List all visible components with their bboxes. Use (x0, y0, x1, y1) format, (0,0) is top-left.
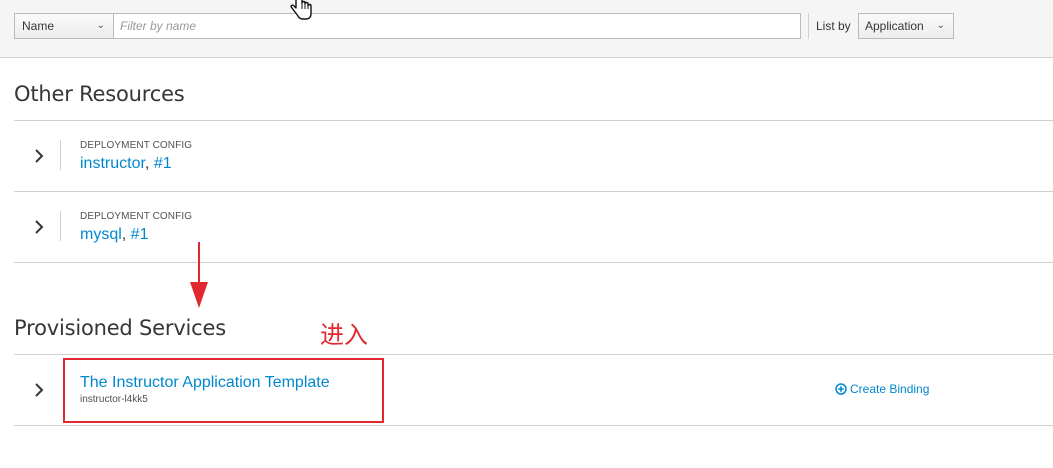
resource-name-link[interactable]: mysql (80, 226, 122, 243)
chevron-down-icon: ⌄ (96, 20, 105, 31)
chevron-right-icon[interactable] (32, 147, 46, 165)
resource-kind: DEPLOYMENT CONFIG (80, 211, 193, 222)
filter-field-value: Name (22, 19, 55, 33)
highlight-box (63, 358, 384, 423)
filter-toolbar: Name ⌄ List by Application ⌄ (0, 0, 1053, 58)
create-binding-button[interactable]: Create Binding (835, 382, 929, 396)
list-by-label: List by (816, 19, 851, 33)
resource-revision-link[interactable]: #1 (154, 155, 172, 172)
list-by-select[interactable]: Application ⌄ (858, 13, 954, 39)
resource-separator: , (144, 155, 154, 172)
annotation-label: 进入 (320, 321, 368, 349)
chevron-right-icon[interactable] (32, 381, 46, 399)
resource-name: instructor, #1 (80, 155, 172, 173)
divider (14, 262, 1053, 263)
resource-kind: DEPLOYMENT CONFIG (80, 140, 193, 151)
divider (14, 354, 1053, 355)
divider (14, 191, 1053, 192)
create-binding-label: Create Binding (850, 382, 930, 396)
row-divider (60, 140, 61, 170)
resource-name-link[interactable]: instructor (80, 155, 145, 172)
hand-pointer-icon (290, 0, 312, 20)
resource-separator: , (121, 226, 131, 243)
row-divider (60, 211, 61, 241)
provisioned-services-heading: Provisioned Services (14, 316, 226, 340)
chevron-right-icon[interactable] (32, 218, 46, 236)
resource-revision-link[interactable]: #1 (131, 226, 149, 243)
chevron-down-icon: ⌄ (936, 20, 945, 31)
divider (14, 120, 1053, 121)
list-by-value: Application (865, 19, 924, 33)
filter-input[interactable] (113, 13, 801, 39)
arrow-down-icon (190, 242, 208, 308)
other-resources-heading: Other Resources (14, 82, 185, 106)
resource-name: mysql, #1 (80, 226, 148, 244)
plus-circle-icon (835, 383, 847, 395)
filter-field-select[interactable]: Name ⌄ (14, 13, 114, 39)
divider (14, 425, 1053, 426)
toolbar-divider (808, 13, 809, 39)
